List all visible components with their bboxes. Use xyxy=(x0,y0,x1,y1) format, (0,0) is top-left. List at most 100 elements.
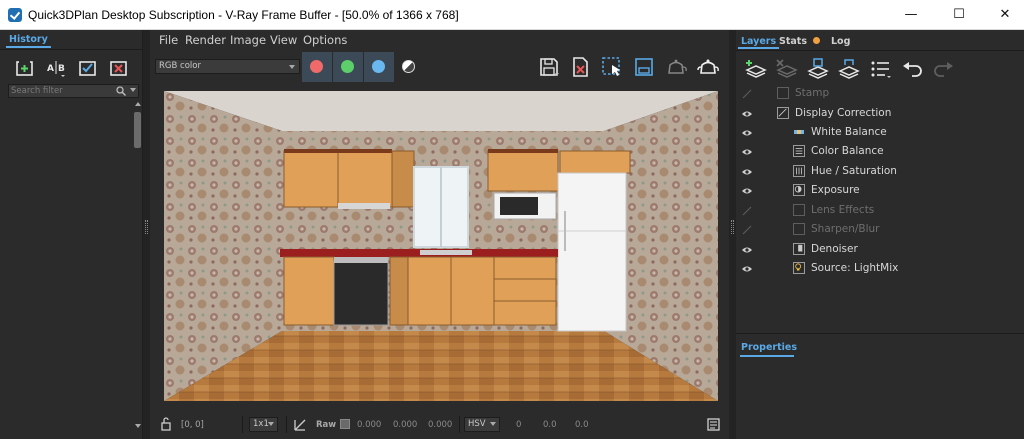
eye-icon[interactable] xyxy=(742,245,752,255)
render-teapot-icon[interactable] xyxy=(696,55,720,79)
status-divider xyxy=(242,416,243,433)
tab-stats[interactable]: Stats xyxy=(776,34,810,49)
load-history-icon[interactable] xyxy=(77,58,99,78)
raw-label: Raw xyxy=(316,420,337,430)
region-render-icon[interactable] xyxy=(600,55,624,79)
menu-image[interactable]: Image xyxy=(230,33,266,47)
load-layers-icon[interactable] xyxy=(836,58,862,80)
right-splitter[interactable] xyxy=(729,30,736,439)
search-input[interactable] xyxy=(11,85,111,97)
raw-g-value: 0.000 xyxy=(393,420,418,430)
eye-icon[interactable] xyxy=(742,264,752,274)
properties-tab-underline xyxy=(740,355,794,357)
left-splitter[interactable] xyxy=(143,30,150,439)
layer-row-hue-saturation[interactable]: Hue / Saturation xyxy=(736,162,1024,181)
clear-image-icon[interactable] xyxy=(568,55,592,79)
sharpen-blur-icon xyxy=(793,223,805,235)
mono-mode-icon[interactable] xyxy=(402,60,415,73)
eye-hidden-icon[interactable] xyxy=(742,206,752,216)
red-channel-button[interactable] xyxy=(302,52,332,82)
menu-options[interactable]: Options xyxy=(303,33,347,47)
scroll-thumb[interactable] xyxy=(134,112,141,148)
tab-divider xyxy=(736,50,1024,51)
denoiser-icon xyxy=(793,243,805,255)
layer-row-denoiser[interactable]: Denoiser xyxy=(736,240,1024,259)
history-search xyxy=(8,84,139,98)
tab-history[interactable]: History xyxy=(6,32,51,48)
menu-render[interactable]: Render xyxy=(185,33,226,47)
eye-hidden-icon[interactable] xyxy=(742,89,752,99)
exposure-icon xyxy=(793,184,805,196)
zoom-mode-dropdown[interactable]: 1x1 xyxy=(249,417,278,432)
undo-icon[interactable] xyxy=(900,58,926,80)
toggle-panel-icon[interactable] xyxy=(707,418,720,431)
status-divider xyxy=(286,416,287,433)
scroll-up-icon[interactable] xyxy=(135,102,141,106)
eye-icon[interactable] xyxy=(742,167,752,177)
tab-layers[interactable]: Layers xyxy=(738,34,780,49)
lens-effects-icon xyxy=(793,204,805,216)
chevron-down-icon[interactable] xyxy=(130,88,136,92)
save-layers-icon[interactable] xyxy=(805,58,831,80)
minimize-button[interactable]: — xyxy=(888,0,934,30)
delete-layer-icon[interactable] xyxy=(774,58,800,80)
lightbulb-icon xyxy=(793,262,805,274)
color-picker-icon[interactable] xyxy=(293,418,307,432)
scroll-down-icon[interactable] xyxy=(135,424,141,428)
green-channel-button[interactable] xyxy=(333,52,363,82)
hue-value: 0 xyxy=(516,420,522,430)
raw-checkbox[interactable] xyxy=(340,419,350,429)
frame-buffer-area: File Render Image View Options RGB color xyxy=(150,30,728,439)
eye-icon[interactable] xyxy=(742,128,752,138)
tab-log[interactable]: Log xyxy=(828,34,853,49)
value-value: 0.0 xyxy=(575,420,589,430)
maximize-button[interactable]: ☐ xyxy=(936,0,982,30)
layer-row-white-balance[interactable]: White Balance xyxy=(736,123,1024,142)
ab-compare-icon[interactable]: AB xyxy=(45,58,67,78)
layer-row-source-lightmix[interactable]: Source: LightMix xyxy=(736,259,1024,278)
save-image-icon[interactable] xyxy=(537,55,561,79)
layer-presets-icon[interactable] xyxy=(868,58,894,80)
redo-icon[interactable] xyxy=(930,58,956,80)
history-scrollbar[interactable] xyxy=(133,100,142,434)
save-to-history-icon[interactable] xyxy=(14,58,36,78)
blue-dot-icon xyxy=(372,60,385,73)
pixel-coords: [0, 0] xyxy=(181,420,204,430)
blue-channel-button[interactable] xyxy=(364,52,394,82)
layer-label: Lens Effects xyxy=(811,204,875,216)
properties-divider xyxy=(736,333,1024,334)
display-correction-icon xyxy=(777,107,789,119)
eye-icon[interactable] xyxy=(742,109,752,119)
layer-row-sharpen-blur[interactable]: Sharpen/Blur xyxy=(736,220,1024,239)
layer-row-stamp[interactable]: Stamp xyxy=(736,84,1024,103)
search-icon[interactable] xyxy=(115,85,127,97)
close-button[interactable]: ✕ xyxy=(982,0,1024,30)
vray-logo-icon xyxy=(8,8,22,22)
eye-icon[interactable] xyxy=(742,186,752,196)
menu-view[interactable]: View xyxy=(270,33,297,47)
layer-row-exposure[interactable]: Exposure xyxy=(736,181,1024,200)
layers-panel: Layers Stats Log Stamp Display Correctio… xyxy=(736,30,1024,439)
track-mouse-icon[interactable] xyxy=(632,55,656,79)
saturation-value: 0.0 xyxy=(543,420,557,430)
svg-text:A: A xyxy=(47,64,54,74)
layer-row-color-balance[interactable]: Color Balance xyxy=(736,142,1024,161)
menu-file[interactable]: File xyxy=(159,33,178,47)
eye-hidden-icon[interactable] xyxy=(742,225,752,235)
eye-icon[interactable] xyxy=(742,147,752,157)
channel-dropdown[interactable]: RGB color xyxy=(155,59,300,74)
remove-history-icon[interactable] xyxy=(108,58,130,78)
rendered-image[interactable] xyxy=(164,91,718,401)
tab-properties[interactable]: Properties xyxy=(741,342,797,353)
layer-label: Hue / Saturation xyxy=(811,165,897,177)
layer-row-display-correction[interactable]: Display Correction xyxy=(736,104,1024,123)
chevron-down-icon xyxy=(490,422,496,426)
tab-divider xyxy=(0,49,142,50)
lock-coords-icon[interactable] xyxy=(160,417,174,431)
layer-row-lens-effects[interactable]: Lens Effects xyxy=(736,201,1024,220)
stamp-icon xyxy=(777,87,789,99)
render-last-icon[interactable] xyxy=(664,55,688,79)
layer-label: Color Balance xyxy=(811,145,884,157)
add-layer-icon[interactable] xyxy=(743,58,769,80)
color-space-dropdown[interactable]: HSV xyxy=(464,417,500,432)
